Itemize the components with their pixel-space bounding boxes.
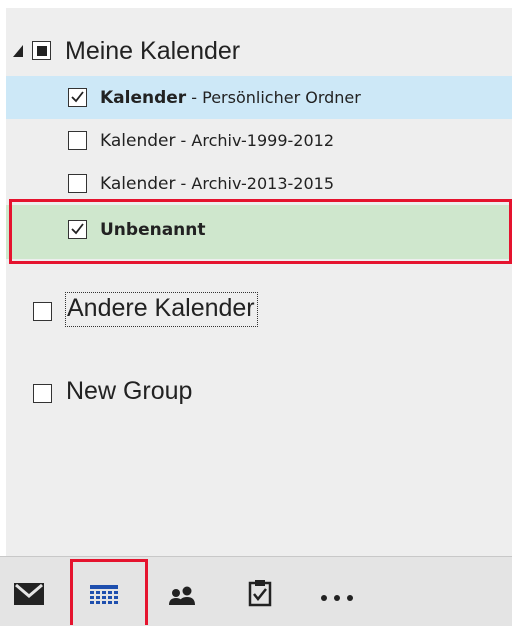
group-label-focused: Andere Kalender [65,292,258,327]
calendar-name: Kalender [100,88,187,108]
highlight-box-calendar [70,559,148,625]
highlight-box [9,199,512,264]
calendar-checkbox-checked[interactable] [68,88,87,107]
group-checkbox-partial[interactable] [32,41,51,60]
group-label: New Group [66,377,193,405]
group-header-andere-kalender[interactable]: Andere Kalender [6,288,512,332]
calendar-suffix: - Persönlicher Ordner [186,88,361,107]
group-header-new-group[interactable]: New Group [6,373,512,413]
calendar-item-label: Kalender - Archiv-1999-2012 [100,131,334,151]
calendar-item-label: Kalender - Archiv-2013-2015 [100,174,334,194]
calendar-name: Kalender [100,131,176,151]
calendar-suffix: - Archiv-1999-2012 [175,131,334,150]
calendar-item-personal[interactable]: Kalender - Persönlicher Ordner [6,76,512,119]
group-checkbox[interactable] [33,302,52,321]
folder-pane: Meine Kalender Kalender - Persönlicher O… [6,8,512,556]
calendar-checkbox[interactable] [68,174,87,193]
nav-tasks[interactable] [240,557,300,626]
nav-people[interactable] [160,557,220,626]
calendar-name: Kalender [100,174,176,194]
calendar-item-label: Kalender - Persönlicher Ordner [100,88,361,108]
group-header-meine-kalender[interactable]: Meine Kalender [6,34,512,68]
group-checkbox[interactable] [33,384,52,403]
group-label: Meine Kalender [65,37,241,65]
calendar-checkbox[interactable] [68,131,87,150]
nav-more[interactable] [310,557,370,626]
collapse-triangle-icon[interactable] [12,43,24,62]
calendar-suffix: - Archiv-2013-2015 [175,174,334,193]
calendar-item-archiv-1999-2012[interactable]: Kalender - Archiv-1999-2012 [6,119,512,162]
nav-mail[interactable] [0,557,60,626]
